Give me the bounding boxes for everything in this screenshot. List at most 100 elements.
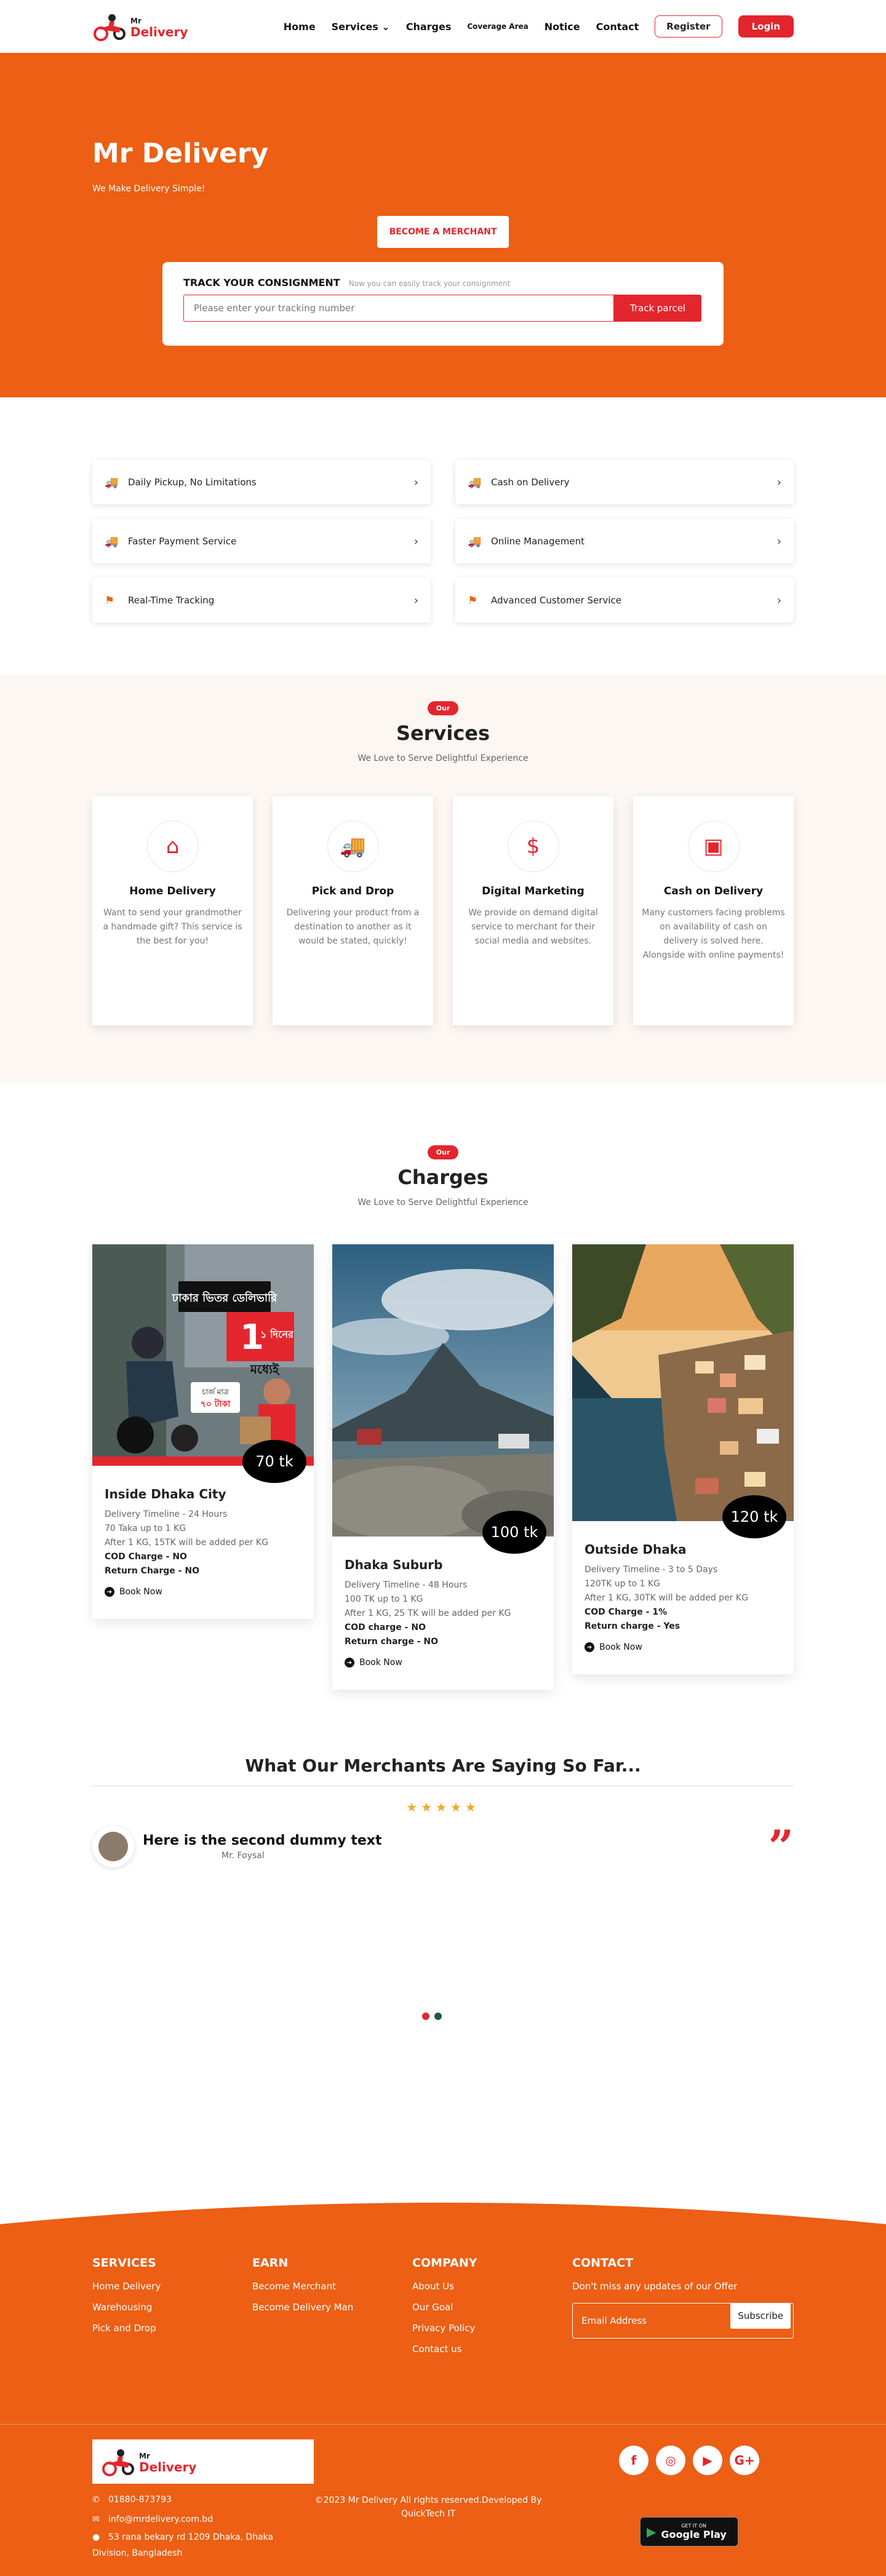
footer-link[interactable]: Contact us — [412, 2343, 572, 2355]
footer-logo[interactable]: Mr Delivery — [92, 2439, 314, 2484]
footer-link[interactable]: Our Goal — [412, 2302, 572, 2313]
register-button[interactable]: Register — [655, 15, 722, 38]
footer: SERVICES Home Delivery Warehousing Pick … — [0, 2203, 886, 2576]
nav-notice[interactable]: Notice — [545, 21, 580, 33]
coastal-town-image — [572, 1244, 794, 1521]
charge-line: 120TK up to 1 KG — [585, 1579, 661, 1589]
service-card[interactable]: 🚚 Pick and Drop Delivering your product … — [273, 797, 433, 1025]
youtube-icon[interactable]: ▶ — [693, 2446, 722, 2475]
charge-line: After 1 KG, 25 TK will be added per KG — [345, 1608, 511, 1618]
service-title: Digital Marketing — [482, 885, 585, 897]
flag-icon: ⚑ — [105, 594, 115, 607]
footer-link[interactable]: Become Delivery Man — [252, 2302, 412, 2313]
services-title: Services — [396, 722, 490, 745]
truck-icon: 🚚 — [327, 821, 378, 872]
social-links: f ◎ ▶ G+ — [585, 2446, 794, 2475]
feature-item[interactable]: 🚚 Faster Payment Service › — [92, 519, 431, 563]
price-badge: 100 tk — [482, 1511, 546, 1554]
book-now-link[interactable]: ➜ Book Now — [585, 1642, 781, 1652]
charge-card: ঢাকার ভিতর ডেলিভারি 1 ১ দিনের মধ্যেই চার… — [92, 1244, 314, 1619]
phone-icon: ✆ — [92, 2495, 100, 2505]
footer-wave — [0, 2203, 886, 2224]
charge-line: Delivery Timeline - 48 Hours — [345, 1580, 468, 1590]
charges-pill: Our — [427, 1145, 459, 1159]
site-logo[interactable]: Mr Delivery — [92, 10, 188, 42]
dollar-icon: $ — [508, 821, 559, 872]
facebook-icon[interactable]: f — [619, 2446, 649, 2475]
hero-title: Mr Delivery — [92, 138, 269, 169]
cod-charge: COD Charge - NO — [105, 1552, 187, 1562]
subscribe-form: Email Address Subscribe — [572, 2303, 794, 2339]
charge-line: After 1 KG, 30TK will be added per KG — [585, 1593, 748, 1603]
mail-icon: ✉ — [92, 2514, 100, 2524]
charge-line: Delivery Timeline - 24 Hours — [105, 1509, 228, 1519]
navbar: Mr Delivery Home Services ⌄ Charges Cove… — [0, 0, 886, 53]
service-text: Want to send your grandmother a handmade… — [103, 908, 242, 946]
logo-name-text: Delivery — [139, 2460, 197, 2475]
flag-icon: ⚑ — [468, 594, 478, 607]
track-consignment-box: TRACK YOUR CONSIGNMENT Now you can easil… — [162, 262, 724, 346]
footer-link[interactable]: About Us — [412, 2281, 572, 2292]
footer-heading: COMPANY — [412, 2256, 477, 2270]
instagram-icon[interactable]: ◎ — [656, 2446, 685, 2475]
gplay-text: Google Play — [661, 2529, 727, 2540]
subscribe-button[interactable]: Subscribe — [730, 2303, 791, 2329]
chevron-right-icon: › — [413, 475, 418, 489]
feature-item[interactable]: 🚚 Daily Pickup, No Limitations › — [92, 460, 431, 504]
feature-item[interactable]: ⚑ Advanced Customer Service › — [455, 578, 794, 622]
track-parcel-button[interactable]: Track parcel — [614, 295, 701, 322]
carousel-dot[interactable] — [434, 2013, 442, 2020]
return-charge: Return Charge - NO — [105, 1566, 199, 1576]
chevron-down-icon: ⌄ — [378, 20, 390, 33]
nav-home[interactable]: Home — [284, 21, 316, 33]
footer-link[interactable]: Warehousing — [92, 2302, 252, 2313]
copyright-text: ©2023 Mr Delivery All rights reserved.De… — [314, 2495, 542, 2519]
location-icon: ● — [92, 2532, 100, 2542]
cash-icon: ▣ — [688, 821, 739, 872]
delivery-banner-image: ঢাকার ভিতর ডেলিভারি 1 ১ দিনের মধ্যেই চার… — [92, 1244, 314, 1466]
feature-label: Daily Pickup, No Limitations — [128, 477, 257, 488]
track-note: Now you can easily track your consignmen… — [348, 279, 511, 288]
book-now-link[interactable]: ➜ Book Now — [105, 1587, 301, 1597]
feature-label: Faster Payment Service — [128, 536, 237, 547]
book-now-label: Book Now — [599, 1642, 642, 1652]
testimonial-author: Mr. Foysal — [222, 1850, 265, 1861]
footer-link[interactable]: Pick and Drop — [92, 2323, 252, 2334]
feature-item[interactable]: 🚚 Cash on Delivery › — [455, 460, 794, 504]
charge-title: Dhaka Suburb — [345, 1557, 443, 1572]
google-play-button[interactable]: ▶ GET IT ON Google Play — [640, 2517, 738, 2546]
footer-link[interactable]: Become Merchant — [252, 2281, 412, 2292]
email-input[interactable]: Email Address — [581, 2315, 730, 2326]
service-title: Cash on Delivery — [663, 885, 764, 897]
charges-section: Our Charges We Love to Serve Delightful … — [0, 1084, 886, 1717]
arrow-right-icon: ➜ — [585, 1642, 594, 1652]
service-card[interactable]: ▣ Cash on Delivery Many customers facing… — [633, 797, 794, 1025]
tracking-number-input[interactable]: Please enter your tracking number — [183, 295, 614, 322]
nav-charges[interactable]: Charges — [406, 21, 452, 33]
nav-services[interactable]: Services ⌄ — [332, 21, 390, 33]
feature-item[interactable]: 🚚 Online Management › — [455, 519, 794, 563]
nav-contact[interactable]: Contact — [596, 21, 639, 33]
charge-card: 100 tk Dhaka Suburb Delivery Timeline - … — [332, 1244, 554, 1690]
nav-coverage-area[interactable]: Coverage Area — [467, 22, 528, 31]
scooter-logo-icon — [94, 14, 126, 41]
service-card[interactable]: ⌂ Home Delivery Want to send your grandm… — [92, 797, 253, 1025]
charge-card: 120 tk Outside Dhaka Delivery Timeline -… — [572, 1244, 794, 1674]
service-card[interactable]: $ Digital Marketing We provide on demand… — [453, 797, 613, 1025]
book-now-link[interactable]: ➜ Book Now — [345, 1658, 541, 1668]
carousel-dot[interactable] — [422, 2013, 429, 2020]
price-badge: 120 tk — [722, 1495, 786, 1538]
book-now-label: Book Now — [119, 1587, 162, 1597]
play-store-icon: ▶ — [647, 2524, 657, 2539]
banner-day: ১ দিনের — [260, 1328, 294, 1340]
service-text: Delivering your product from a destinati… — [286, 908, 420, 946]
login-button[interactable]: Login — [738, 15, 794, 38]
become-merchant-button[interactable]: BECOME A MERCHANT — [377, 216, 509, 248]
feature-item[interactable]: ⚑ Real-Time Tracking › — [92, 578, 431, 622]
arrow-right-icon: ➜ — [105, 1587, 114, 1597]
google-plus-icon[interactable]: G+ — [730, 2446, 759, 2475]
footer-link[interactable]: Home Delivery — [92, 2281, 252, 2292]
feature-label: Real-Time Tracking — [128, 595, 215, 606]
footer-link[interactable]: Privacy Policy — [412, 2323, 572, 2334]
chevron-right-icon: › — [776, 475, 781, 489]
